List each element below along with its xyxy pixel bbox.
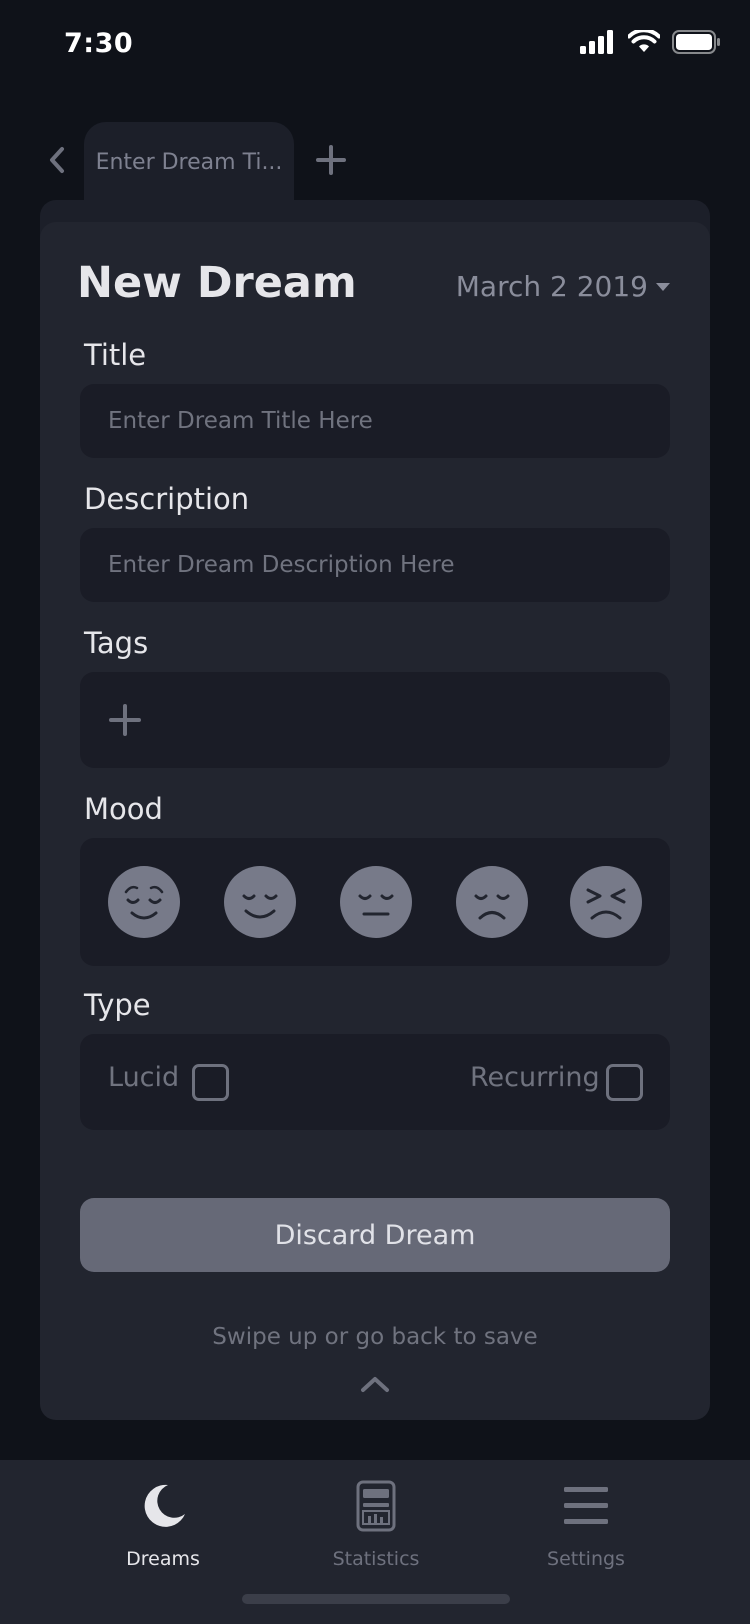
title-label: Title [84, 338, 147, 372]
chevron-left-icon [50, 147, 64, 173]
title-input[interactable]: Enter Dream Title Here [80, 384, 670, 458]
mood-smiling-icon[interactable] [224, 866, 296, 938]
battery-icon [672, 30, 720, 54]
status-bar: 7:30 [0, 0, 750, 94]
plus-icon [316, 145, 346, 175]
nav-dreams[interactable]: Dreams [83, 1478, 243, 1570]
new-dream-card: New Dream March 2 2019 Title Enter Dream… [40, 222, 710, 1420]
home-indicator [242, 1594, 510, 1604]
nav-settings-label: Settings [547, 1548, 625, 1570]
title-placeholder: Enter Dream Title Here [108, 408, 373, 434]
nav-statistics[interactable]: Statistics [296, 1478, 456, 1570]
status-time: 7:30 [64, 28, 134, 59]
type-label: Type [84, 988, 151, 1022]
lucid-checkbox[interactable] [192, 1064, 229, 1101]
mood-relieved-icon[interactable] [108, 866, 180, 938]
tags-label: Tags [84, 626, 149, 660]
chevron-up-icon[interactable] [359, 1374, 391, 1394]
description-placeholder: Enter Dream Description Here [108, 552, 455, 578]
date-value: March 2 2019 [455, 270, 648, 303]
caret-down-icon [656, 282, 670, 291]
discard-dream-button[interactable]: Discard Dream [80, 1198, 670, 1272]
mood-label: Mood [84, 792, 163, 826]
recurring-checkbox[interactable] [606, 1064, 643, 1101]
status-icons [580, 30, 720, 54]
description-label: Description [84, 482, 250, 516]
nav-settings[interactable]: Settings [506, 1478, 666, 1570]
plus-icon [109, 704, 141, 736]
menu-icon [558, 1478, 614, 1534]
tab-back-button[interactable] [42, 140, 72, 180]
type-selector: Lucid Recurring [80, 1034, 670, 1130]
recurring-label: Recurring [470, 1062, 600, 1093]
nav-statistics-label: Statistics [332, 1548, 420, 1570]
mood-distressed-icon[interactable] [570, 866, 642, 938]
nav-dreams-label: Dreams [126, 1548, 200, 1570]
tab-current-dream[interactable]: Enter Dream Ti... [84, 122, 294, 202]
signal-icon [580, 30, 613, 54]
mood-sad-icon[interactable] [456, 866, 528, 938]
swipe-hint: Swipe up or go back to save [212, 1324, 538, 1350]
add-tag-button[interactable] [108, 703, 142, 737]
lucid-label: Lucid [108, 1062, 180, 1093]
page-title: New Dream [77, 258, 357, 308]
moon-icon [135, 1478, 191, 1534]
mood-neutral-icon[interactable] [340, 866, 412, 938]
wifi-icon [628, 30, 660, 52]
calculator-icon [348, 1478, 404, 1534]
description-input[interactable]: Enter Dream Description Here [80, 528, 670, 602]
mood-selector [80, 838, 670, 966]
date-picker[interactable]: March 2 2019 [456, 270, 670, 303]
tab-add-button[interactable] [312, 140, 350, 180]
tags-field [80, 672, 670, 768]
